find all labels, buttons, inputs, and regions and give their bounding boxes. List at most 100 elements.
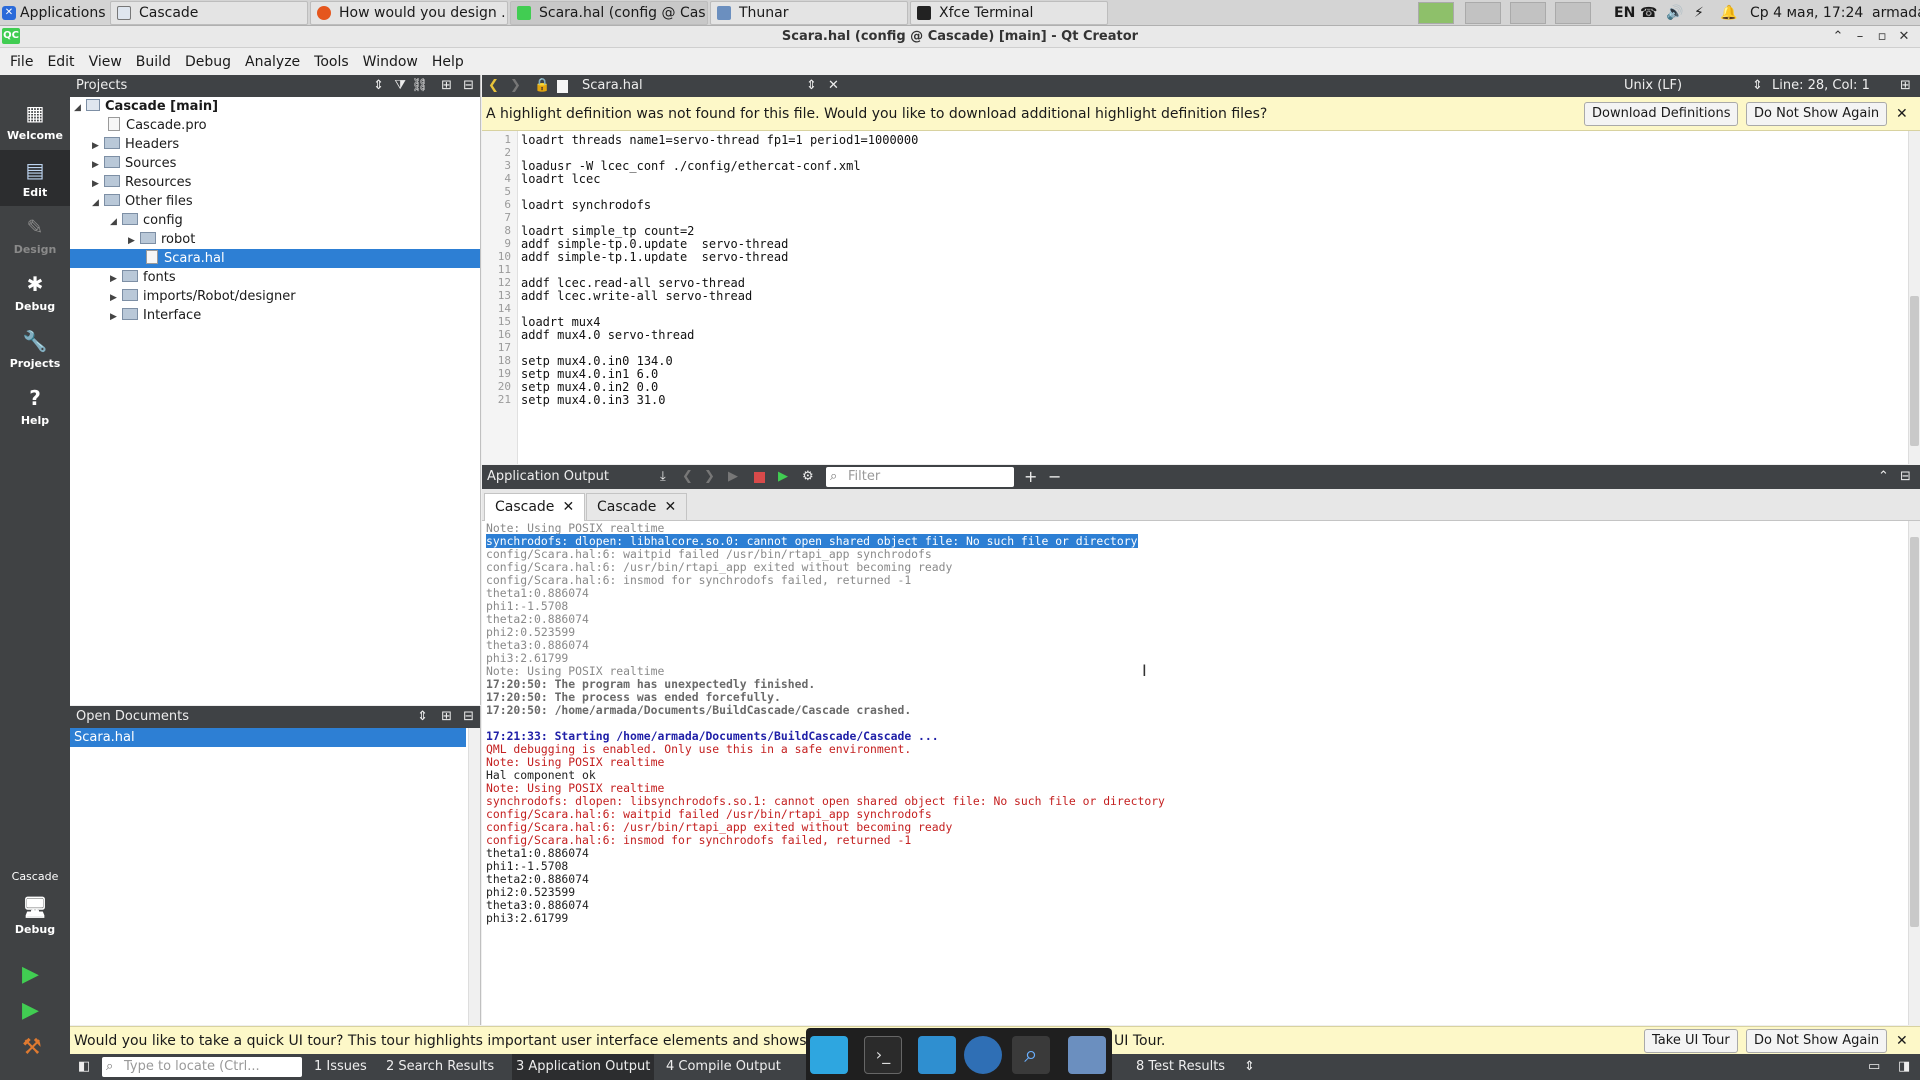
settings-icon[interactable]: ⚙ [802,465,814,489]
menu-file[interactable]: File [10,54,33,70]
toggle-sidebar-icon[interactable]: ◧ [78,1054,90,1080]
code-line[interactable]: setp mux4.0.in0 134.0 [521,354,673,368]
tree-config[interactable]: ◢ config [110,211,183,230]
cursor-position[interactable]: Line: 28, Col: 1 [1772,75,1870,97]
output-scrollbar[interactable] [1908,521,1920,1025]
tree-project-root[interactable]: ◢ Cascade [main] [74,97,218,116]
tree-interface[interactable]: ▶ Interface [110,306,201,325]
close-tab-icon[interactable]: ✕ [562,499,574,515]
task-firefox[interactable]: How would you design ... [310,1,508,25]
code-line[interactable]: loadrt mux4 [521,315,600,329]
clock[interactable]: Ср 4 мая, 17:24 [1750,0,1863,26]
code-line[interactable]: addf mux4.0 servo-thread [521,328,694,342]
tab-search-results[interactable]: 2 Search Results [386,1054,494,1080]
desktop-icon[interactable] [810,1036,848,1074]
menu-edit[interactable]: Edit [47,54,74,70]
minimize-icon[interactable]: – [1849,26,1871,48]
menu-tools[interactable]: Tools [314,54,349,70]
tree-scara-hal[interactable]: Scara.hal [70,249,480,268]
code-line[interactable]: loadrt lcec [521,172,600,186]
mode-projects[interactable]: 🔧 Projects [0,321,70,377]
tree-resources[interactable]: ▶ Resources [92,173,191,192]
output-tab-cascade-2[interactable]: Cascade ✕ [586,493,688,521]
browser-globe-icon[interactable] [964,1036,1002,1074]
run-icon[interactable]: ▶ [22,962,39,987]
forward-icon[interactable]: ❯ [510,75,521,97]
link-icon[interactable]: ⛓ [411,75,428,97]
mode-design[interactable]: ✎ Design [0,207,70,263]
progress-icon[interactable]: ▭ [1868,1054,1880,1080]
tree-headers[interactable]: ▶ Headers [92,135,179,154]
editor-file-name[interactable]: Scara.hal [582,75,643,97]
split-icon[interactable]: ⊞ [1900,75,1911,97]
close-panel-icon[interactable]: ⊟ [1900,465,1911,489]
tab-application-output[interactable]: 3 Application Output [512,1054,655,1080]
more-tabs-icon[interactable]: ⇕ [1244,1054,1255,1080]
maximize-icon[interactable]: ▫ [1871,26,1893,48]
menu-view[interactable]: View [89,54,122,70]
do-not-show-again-button[interactable]: Do Not Show Again [1746,102,1888,126]
zoom-in-icon[interactable]: + [1024,465,1037,489]
mode-welcome[interactable]: ▦ Welcome [0,93,70,149]
menu-build[interactable]: Build [136,54,171,70]
tree-file-pro[interactable]: Cascade.pro [108,116,207,135]
sort-icon[interactable]: ⇕ [373,75,384,97]
menu-help[interactable]: Help [432,54,464,70]
code-line[interactable]: loadrt simple_tp count=2 [521,224,694,238]
tab-issues[interactable]: 1 Issues [314,1054,367,1080]
menu-debug[interactable]: Debug [185,54,231,70]
mode-help[interactable]: ? Help [0,378,70,434]
code-line[interactable]: loadrt threads name1=servo-thread fp1=1 … [521,133,918,147]
workspace-1[interactable] [1418,2,1454,24]
code-line[interactable]: setp mux4.0.in2 0.0 [521,380,658,394]
tree-fonts[interactable]: ▶ fonts [110,268,176,287]
applications-menu[interactable]: ✕ Applications [2,0,106,26]
mode-debug[interactable]: ✱ Debug [0,264,70,320]
prev-icon[interactable]: ❮ [682,465,693,489]
tab-test-results[interactable]: 8 Test Results [1136,1054,1225,1080]
code-line[interactable]: setp mux4.0.in3 31.0 [521,393,666,407]
battery-icon[interactable]: ⚡ [1694,0,1704,26]
notification-bell-icon[interactable]: 🔔 [1720,0,1737,26]
close-panel-icon[interactable]: ⊟ [463,75,474,97]
rerun-icon[interactable]: ▶ [728,465,738,489]
volume-icon[interactable]: 🔊 [1666,0,1683,26]
tour-do-not-show-again-button[interactable]: Do Not Show Again [1746,1029,1888,1053]
editor-scroll-thumb[interactable] [1910,296,1919,446]
menu-analyze[interactable]: Analyze [245,54,300,70]
text-editor[interactable]: 1 2 3 4 5 6 7 8 9 10 11 12 13 14 15 16 17 18 19 20 21 loadrt… [482,131,1920,464]
close-panel-icon[interactable]: ⊟ [463,706,474,728]
workspace-4[interactable] [1555,2,1591,24]
app-finder-icon[interactable]: ⌕ [1012,1036,1050,1074]
output-scroll-thumb[interactable] [1910,537,1919,927]
menu-window[interactable]: Window [363,54,418,70]
tree-sources[interactable]: ▶ Sources [92,154,176,173]
maximize-panel-icon[interactable]: ⌃ [1878,465,1889,489]
close-tour-icon[interactable]: ✕ [1896,1027,1908,1055]
code-line[interactable]: addf simple-tp.0.update servo-thread [521,237,788,251]
mode-edit[interactable]: ▤ Edit [0,150,70,206]
code-line[interactable]: setp mux4.0.in1 6.0 [521,367,658,381]
file-manager-icon[interactable] [918,1036,956,1074]
window-up-icon[interactable]: ⌃ [1827,26,1849,48]
sort-icon[interactable]: ⇕ [417,706,428,728]
filter-input[interactable]: ⌕ Filter [826,467,1014,487]
code-line[interactable]: addf simple-tp.1.update servo-thread [521,250,788,264]
filter-icon[interactable]: ⧩ [394,75,406,97]
output-tab-cascade-1[interactable]: Cascade ✕ [484,493,586,521]
line-ending-dropdown-icon[interactable]: ⇕ [1752,75,1763,97]
keyboard-layout[interactable]: EN [1614,0,1635,26]
folder-dock-icon[interactable] [1068,1036,1106,1074]
close-tab-icon[interactable]: ✕ [664,499,676,515]
tree-other-files[interactable]: ◢ Other files [92,192,193,211]
document-dropdown-icon[interactable]: ⇕ [806,75,817,97]
code-line[interactable]: addf lcec.read-all servo-thread [521,276,745,290]
zoom-out-icon[interactable]: − [1048,465,1061,489]
debug-run-icon[interactable]: ▶ [22,998,39,1023]
task-cascade[interactable]: Cascade [110,1,308,25]
split-icon[interactable]: ⊞ [441,706,452,728]
stop-icon[interactable] [754,472,765,483]
line-ending-select[interactable]: Unix (LF) [1624,75,1682,97]
toggle-output-icon[interactable]: ◨ [1898,1054,1910,1080]
terminal-dock-icon[interactable]: ›_ [864,1036,902,1074]
